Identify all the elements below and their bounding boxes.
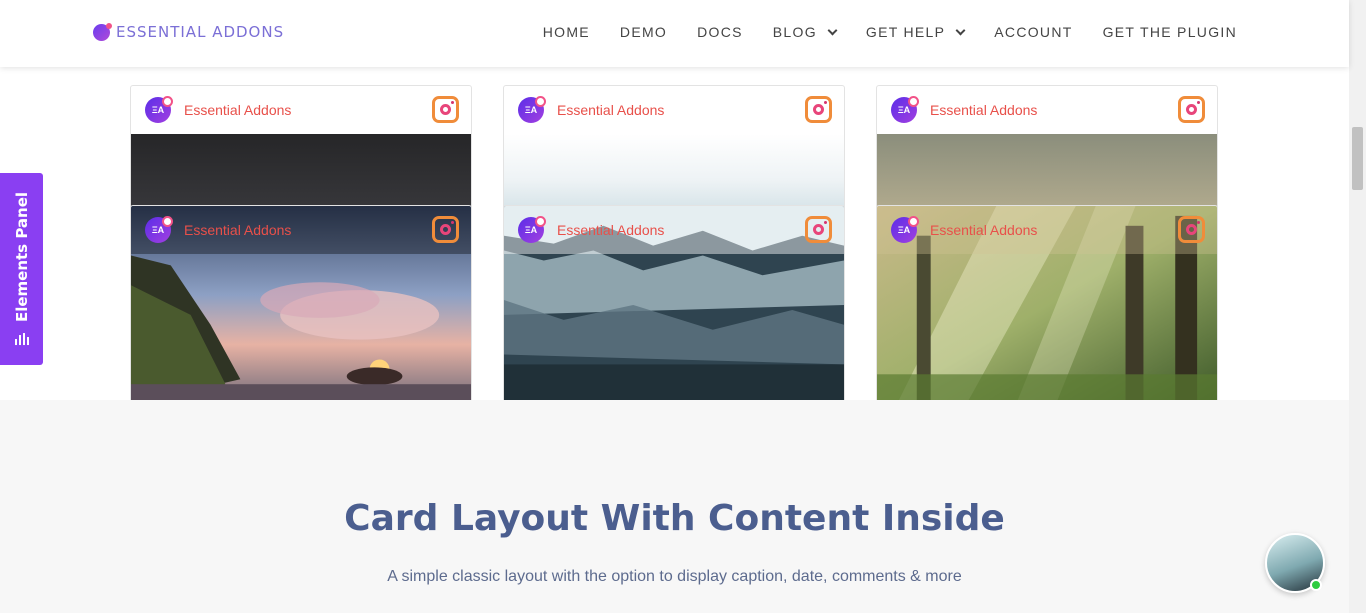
- account-name[interactable]: Essential Addons: [184, 102, 291, 118]
- nav-get-help-label: GET HELP: [865, 24, 946, 40]
- instagram-icon[interactable]: [432, 216, 459, 243]
- nav-docs-label: DOCS: [697, 24, 743, 40]
- account-avatar: ΞA: [518, 216, 546, 243]
- card-layout-section: Card Layout With Content Inside A simple…: [0, 400, 1349, 613]
- nav-account-label: ACCOUNT: [994, 24, 1073, 40]
- card-header: ΞA Essential Addons: [131, 206, 471, 254]
- logo-icon: [93, 22, 112, 41]
- card-header: ΞA Essential Addons: [504, 86, 844, 134]
- feed-card[interactable]: ΞA Essential Addons: [503, 205, 845, 400]
- nav-blog[interactable]: BLOG: [772, 24, 838, 40]
- instagram-icon[interactable]: [432, 96, 459, 123]
- nav-blog-label: BLOG: [772, 24, 817, 40]
- instagram-icon[interactable]: [805, 96, 832, 123]
- nav-home-label: HOME: [542, 24, 590, 40]
- account-avatar: ΞA: [891, 216, 919, 243]
- account-avatar: ΞA: [145, 216, 173, 243]
- account-name[interactable]: Essential Addons: [557, 222, 664, 238]
- section-subtitle: A simple classic layout with the option …: [387, 568, 962, 585]
- logo-text: ESSENTIAL ADDONS: [116, 23, 285, 41]
- main-nav: HOME DEMO DOCS BLOG GET HELP ACCOUNT GET…: [543, 24, 1237, 40]
- card-header: ΞA Essential Addons: [877, 86, 1217, 134]
- account-avatar: ΞA: [518, 96, 546, 123]
- account-avatar: ΞA: [891, 96, 919, 123]
- elements-panel-label-wrap: Elements Panel: [13, 192, 31, 346]
- nav-demo-label: DEMO: [619, 24, 668, 40]
- scrollbar-thumb[interactable]: [1352, 127, 1363, 190]
- account-avatar: ΞA: [145, 96, 173, 123]
- elements-panel-label: Elements Panel: [12, 191, 31, 323]
- instagram-icon[interactable]: [805, 216, 832, 243]
- feed-card[interactable]: ΞA Essential Addons: [876, 205, 1218, 400]
- online-status-icon: [1310, 579, 1322, 591]
- nav-account[interactable]: ACCOUNT: [994, 24, 1072, 40]
- chevron-down-icon: [827, 25, 838, 35]
- page-scrollbar[interactable]: [1349, 0, 1366, 613]
- nav-demo[interactable]: DEMO: [620, 24, 667, 40]
- account-name[interactable]: Essential Addons: [184, 222, 291, 238]
- card-header: ΞA Essential Addons: [877, 206, 1217, 254]
- site-header: ESSENTIAL ADDONS HOME DEMO DOCS BLOG GET…: [0, 0, 1349, 67]
- site-logo[interactable]: ESSENTIAL ADDONS: [93, 22, 285, 41]
- account-name[interactable]: Essential Addons: [930, 222, 1037, 238]
- nav-home[interactable]: HOME: [543, 24, 590, 40]
- elements-panel-tab[interactable]: Elements Panel: [0, 173, 43, 365]
- account-name[interactable]: Essential Addons: [930, 102, 1037, 118]
- card-header: ΞA Essential Addons: [131, 86, 471, 134]
- instagram-feed-gallery: ΞA Essential Addons ΞA Essential Addons …: [0, 67, 1349, 400]
- nav-get-the-plugin-label: GET THE PLUGIN: [1102, 24, 1237, 40]
- nav-get-help[interactable]: GET HELP: [865, 24, 966, 40]
- nav-docs[interactable]: DOCS: [697, 24, 743, 40]
- chat-widget-avatar[interactable]: [1265, 533, 1325, 593]
- feed-card[interactable]: ΞA Essential Addons: [876, 85, 1218, 225]
- nav-get-the-plugin[interactable]: GET THE PLUGIN: [1103, 24, 1237, 40]
- chevron-down-icon: [955, 25, 966, 35]
- feed-card[interactable]: ΞA Essential Addons: [503, 85, 845, 225]
- card-header: ΞA Essential Addons: [504, 206, 844, 254]
- feed-card[interactable]: ΞA Essential Addons: [130, 205, 472, 400]
- instagram-icon[interactable]: [1178, 96, 1205, 123]
- instagram-icon[interactable]: [1178, 216, 1205, 243]
- account-name[interactable]: Essential Addons: [557, 102, 664, 118]
- bar-chart-icon: [14, 333, 29, 346]
- feed-card[interactable]: ΞA Essential Addons: [130, 85, 472, 225]
- section-title: Card Layout With Content Inside: [344, 498, 1005, 539]
